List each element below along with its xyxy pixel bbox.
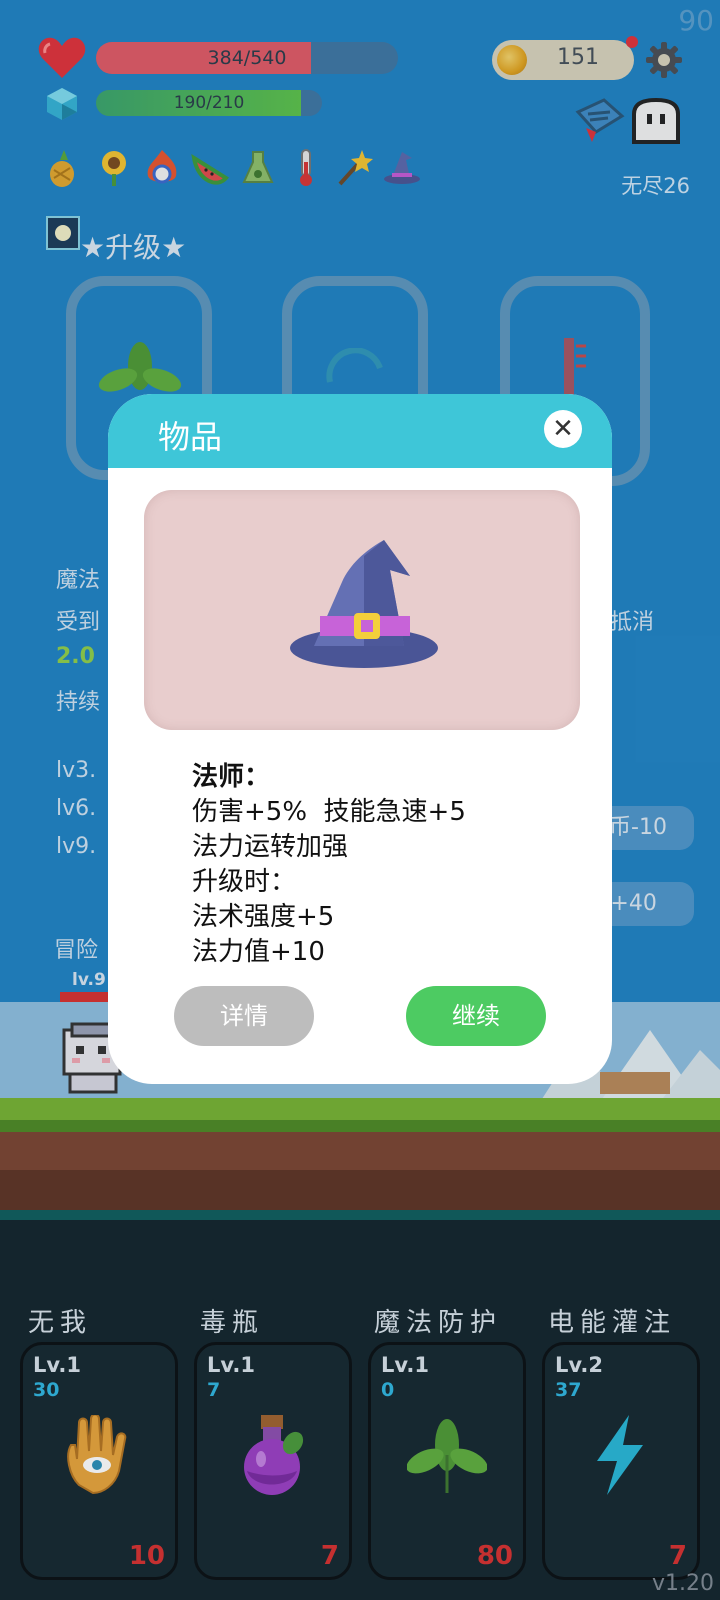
wizard-hat-icon [290, 540, 438, 668]
detail-button[interactable]: 详情 [174, 986, 314, 1046]
item-dialog: 物品 ✕ 法师： 伤害+5% 技能急速+5 法力运转加强 升级时： 法术强度+5… [108, 394, 612, 1084]
dialog-header: 物品 ✕ [108, 394, 612, 468]
item-line-5: 法力值+10 [192, 937, 325, 967]
item-line-4: 法术强度+5 [192, 902, 335, 932]
item-heading: 法师： [192, 762, 271, 792]
close-icon[interactable]: ✕ [544, 410, 582, 448]
item-image-panel [144, 490, 580, 730]
dialog-title: 物品 [158, 418, 223, 456]
item-description: 法师： 伤害+5% 技能急速+5 法力运转加强 升级时： 法术强度+5 法力值+… [192, 760, 466, 970]
item-line-2: 法力运转加强 [192, 832, 349, 862]
item-line-1: 伤害+5% 技能急速+5 [192, 797, 466, 827]
item-line-3: 升级时： [192, 867, 297, 897]
game-screen: 90 384/540 190/210 151 无尽26 ★升级★ 魔法 受到 抵… [0, 0, 720, 1600]
continue-button[interactable]: 继续 [406, 986, 546, 1046]
